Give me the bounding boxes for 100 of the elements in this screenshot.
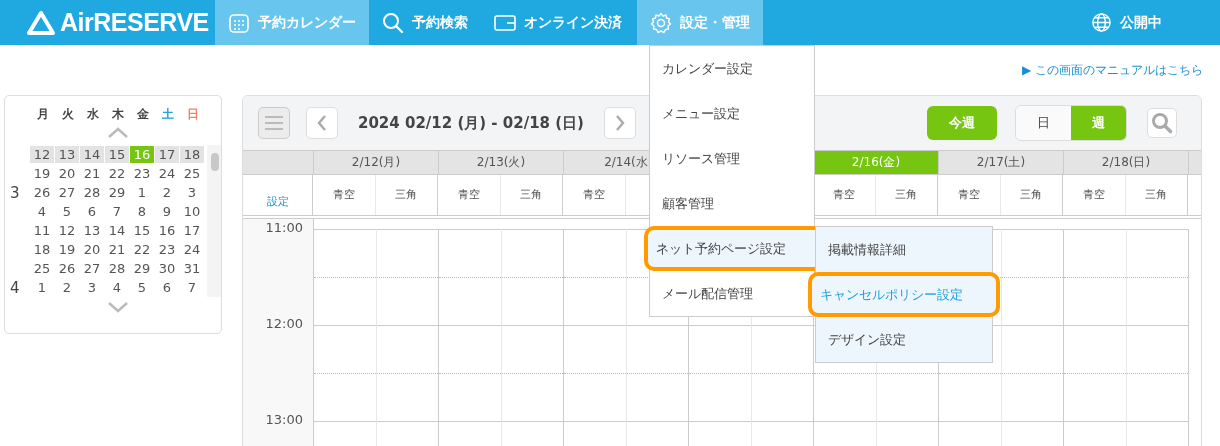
search-icon xyxy=(382,11,404,34)
calendar-day[interactable]: 29 xyxy=(105,184,129,201)
weekday-label: 木 xyxy=(110,106,125,123)
calendar-day[interactable]: 1 xyxy=(30,279,54,296)
calendar-day[interactable]: 24 xyxy=(180,241,204,258)
calendar-day[interactable]: 17 xyxy=(180,222,204,239)
calendar-day[interactable]: 10 xyxy=(180,203,204,220)
menu-item[interactable]: メニュー設定 xyxy=(650,91,814,136)
calendar-day[interactable]: 13 xyxy=(80,222,104,239)
weekday-label: 金 xyxy=(135,106,150,123)
manual-link[interactable]: ▶ この画面のマニュアルはこちら xyxy=(1021,61,1203,79)
chevron-down-icon[interactable] xyxy=(107,301,129,313)
calendar-day[interactable]: 5 xyxy=(130,279,154,296)
calendar-day[interactable]: 31 xyxy=(180,260,204,277)
calendar-day[interactable]: 18 xyxy=(180,146,204,163)
calendar-day[interactable]: 12 xyxy=(55,222,79,239)
day-header[interactable]: 2/12(月) xyxy=(314,151,439,174)
month-label: 4 xyxy=(10,278,20,297)
calendar-day[interactable]: 18 xyxy=(30,241,54,258)
settings-link[interactable]: 設定 xyxy=(266,194,289,209)
calendar-day[interactable]: 23 xyxy=(130,165,154,182)
resource-header: 三角 xyxy=(520,188,543,201)
calendar-day[interactable]: 27 xyxy=(55,184,79,201)
calendar-day[interactable]: 4 xyxy=(30,203,54,220)
calendar-day[interactable]: 28 xyxy=(105,260,129,277)
calendar-day[interactable]: 22 xyxy=(130,241,154,258)
search-button[interactable] xyxy=(1147,108,1177,138)
calendar-day[interactable]: 7 xyxy=(180,279,204,296)
calendar-day[interactable]: 27 xyxy=(80,260,104,277)
calendar-day[interactable]: 11 xyxy=(30,222,54,239)
calendar-day[interactable]: 17 xyxy=(155,146,179,163)
resource-header: 青空 xyxy=(332,188,355,201)
settings-icon xyxy=(650,11,672,34)
calendar-day[interactable]: 6 xyxy=(155,279,179,296)
resource-header: 三角 xyxy=(1145,188,1168,201)
calendar-day[interactable]: 24 xyxy=(155,165,179,182)
calendar-day[interactable]: 9 xyxy=(155,203,179,220)
wallet-icon xyxy=(494,13,516,32)
menu-button[interactable] xyxy=(258,107,290,139)
calendar-day[interactable]: 20 xyxy=(80,241,104,258)
calendar-day[interactable]: 25 xyxy=(180,165,204,182)
calendar-day[interactable]: 5 xyxy=(55,203,79,220)
calendar-day[interactable]: 2 xyxy=(155,184,179,201)
calendar-day[interactable]: 25 xyxy=(30,260,54,277)
next-button[interactable] xyxy=(603,107,636,139)
day-header[interactable]: 2/17(土) xyxy=(939,151,1064,174)
calendar-day[interactable]: 21 xyxy=(105,241,129,258)
calendar-day[interactable]: 6 xyxy=(80,203,104,220)
calendar-day[interactable]: 16 xyxy=(155,222,179,239)
time-label: 11:00 xyxy=(265,220,303,235)
time-label: 12:00 xyxy=(265,316,303,331)
calendar-day[interactable]: 7 xyxy=(105,203,129,220)
calendar-day[interactable]: 19 xyxy=(30,165,54,182)
logo-icon xyxy=(26,9,56,36)
calendar-day[interactable]: 3 xyxy=(180,184,204,201)
previous-button[interactable] xyxy=(306,107,338,139)
calendar-day[interactable]: 26 xyxy=(30,184,54,201)
calendar-day[interactable]: 20 xyxy=(55,165,79,182)
globe-icon xyxy=(1091,12,1112,33)
submenu-item[interactable]: デザイン設定 xyxy=(816,317,992,362)
calendar-day[interactable]: 30 xyxy=(155,260,179,277)
calendar-day[interactable]: 12 xyxy=(30,146,54,163)
resource-header: 三角 xyxy=(1020,188,1043,201)
calendar-day[interactable]: 3 xyxy=(80,279,104,296)
resource-header: 青空 xyxy=(1082,188,1105,201)
calendar-day[interactable]: 19 xyxy=(55,241,79,258)
calendar-day[interactable]: 21 xyxy=(80,165,104,182)
calendar-day[interactable]: 28 xyxy=(80,184,104,201)
view-tab[interactable]: 日 xyxy=(1016,106,1071,140)
date-range: 2024 02/12 (月) - 02/18 (日) xyxy=(358,113,584,133)
weekday-label: 火 xyxy=(60,106,75,123)
calendar-day[interactable]: 14 xyxy=(80,146,104,163)
resource-header: 三角 xyxy=(395,188,418,201)
menu-icon xyxy=(265,116,283,130)
chevron-right-icon xyxy=(614,114,625,132)
calendar-day[interactable]: 1 xyxy=(130,184,154,201)
calendar-day[interactable]: 15 xyxy=(130,222,154,239)
calendar-day[interactable]: 22 xyxy=(105,165,129,182)
weekday-label: 土 xyxy=(160,106,175,123)
calendar-day[interactable]: 2 xyxy=(55,279,79,296)
calendar-day[interactable]: 14 xyxy=(105,222,129,239)
calendar-icon xyxy=(228,11,250,34)
day-header[interactable]: 2/18(日) xyxy=(1064,151,1189,174)
weekday-label: 日 xyxy=(185,106,200,123)
calendar-day[interactable]: 8 xyxy=(130,203,154,220)
day-header[interactable]: 2/13(火) xyxy=(439,151,564,174)
calendar-day[interactable]: 4 xyxy=(105,279,129,296)
calendar-day[interactable]: 26 xyxy=(55,260,79,277)
resource-header: 三角 xyxy=(895,188,918,201)
menu-item[interactable]: カレンダー設定 xyxy=(650,46,814,91)
weekday-label: 水 xyxy=(85,106,100,123)
time-label: 13:00 xyxy=(265,412,303,427)
calendar-day[interactable]: 13 xyxy=(55,146,79,163)
chevron-up-icon[interactable] xyxy=(107,127,129,139)
calendar-day[interactable]: 23 xyxy=(155,241,179,258)
scrollbar[interactable] xyxy=(207,145,221,297)
menu-item[interactable]: 顧客管理 xyxy=(650,181,814,226)
calendar-day[interactable]: 15 xyxy=(105,146,129,163)
resource-header: 青空 xyxy=(957,188,980,201)
calendar-day[interactable]: 29 xyxy=(130,260,154,277)
